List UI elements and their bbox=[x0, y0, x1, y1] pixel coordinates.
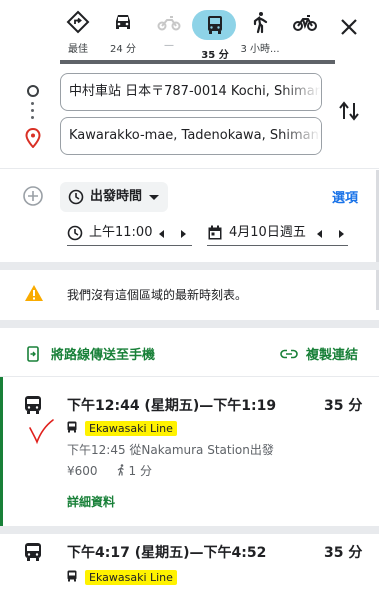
origin-dot-icon bbox=[27, 85, 39, 97]
handwritten-check-mark bbox=[29, 419, 54, 445]
mode-drive[interactable]: 24 分 bbox=[100, 10, 146, 58]
date-value: 4月10日週五 bbox=[229, 225, 306, 240]
bus-icon bbox=[208, 16, 222, 34]
date-field[interactable]: 4月10日週五 bbox=[207, 222, 348, 246]
add-stop-icon[interactable] bbox=[22, 185, 44, 207]
swap-icon[interactable] bbox=[338, 99, 360, 123]
motorcycle-icon bbox=[157, 16, 181, 31]
bicycle-icon bbox=[293, 15, 317, 31]
schedule-notice: 我們沒有這個區域的最新時刻表。 bbox=[0, 270, 379, 318]
route-line: Ekawasaki Line bbox=[67, 417, 177, 436]
time-prev-icon[interactable] bbox=[159, 230, 164, 238]
mode-scrollbar[interactable] bbox=[60, 60, 335, 64]
mode-motorcycle-label: — bbox=[164, 40, 174, 51]
travel-mode-bar: 最佳 24 分 — 35 分 3 小時... bbox=[0, 0, 379, 64]
route-fare: ¥600 bbox=[67, 464, 98, 478]
route-duration: 35 分 bbox=[324, 398, 363, 414]
route-time: 下午12:44 (星期五)—下午1:19 bbox=[67, 398, 277, 414]
mode-drive-label: 24 分 bbox=[110, 44, 136, 55]
link-icon bbox=[280, 349, 298, 359]
depart-time-dropdown[interactable]: 出發時間 bbox=[60, 182, 168, 212]
warning-icon bbox=[25, 285, 43, 301]
date-prev-icon[interactable] bbox=[317, 230, 322, 238]
route-dots-icon bbox=[31, 102, 34, 123]
send-to-phone-label: 將路線傳送至手機 bbox=[51, 348, 156, 363]
mode-motorcycle[interactable]: — bbox=[146, 10, 192, 58]
close-icon[interactable] bbox=[338, 16, 360, 38]
options-link[interactable]: 選項 bbox=[332, 187, 358, 206]
divider bbox=[0, 168, 379, 169]
route-card[interactable]: 下午4:17 (星期五)—下午4:52 35 分 Ekawasaki Line bbox=[0, 534, 379, 600]
route-fare-row: ¥600 1 分 bbox=[67, 462, 152, 479]
date-next-icon[interactable] bbox=[339, 230, 344, 238]
mode-transit-label: 35 分 bbox=[201, 50, 229, 61]
calendar-icon bbox=[208, 225, 222, 240]
time-value: 上午11:00 bbox=[89, 225, 153, 240]
copy-link-label: 複製連結 bbox=[306, 348, 359, 363]
mode-bicycle[interactable] bbox=[282, 10, 328, 58]
destination-input[interactable]: Kawarakko-mae, Tadenokawa, Shimanto, Koc bbox=[60, 117, 322, 155]
route-departure: 下午12:45 從Nakamura Station出發 bbox=[67, 443, 274, 457]
route-duration: 35 分 bbox=[324, 545, 363, 561]
copy-link-button[interactable]: 複製連結 bbox=[280, 344, 358, 363]
route-time: 下午4:17 (星期五)—下午4:52 bbox=[67, 545, 267, 561]
car-icon bbox=[116, 15, 130, 29]
details-link[interactable]: 詳細資料 bbox=[67, 493, 115, 510]
section-divider bbox=[0, 262, 379, 270]
time-field[interactable]: 上午11:00 bbox=[67, 222, 192, 246]
section-divider bbox=[0, 320, 379, 328]
line-badge: Ekawasaki Line bbox=[85, 570, 177, 585]
route-line: Ekawasaki Line bbox=[67, 566, 177, 585]
clock-icon bbox=[67, 225, 83, 241]
time-next-icon[interactable] bbox=[181, 230, 186, 238]
walk-icon bbox=[117, 464, 124, 476]
origin-input[interactable]: 中村車站 日本〒787-0014 Kochi, Shimanto bbox=[60, 73, 322, 111]
directions-icon bbox=[66, 10, 90, 34]
mode-transit[interactable]: 35 分 bbox=[192, 10, 238, 61]
send-to-phone-link[interactable]: 將路線傳送至手機 bbox=[27, 344, 155, 363]
line-badge: Ekawasaki Line bbox=[85, 421, 177, 436]
bus-icon bbox=[25, 396, 41, 414]
clock-icon bbox=[68, 189, 84, 205]
mode-best-label: 最佳 bbox=[68, 44, 88, 55]
bus-icon bbox=[25, 543, 41, 561]
destination-pin-icon bbox=[25, 128, 41, 148]
walk-icon bbox=[253, 12, 268, 34]
notice-text: 我們沒有這個區域的最新時刻表。 bbox=[67, 288, 248, 302]
mode-walk-label: 3 小時... bbox=[240, 44, 280, 55]
mode-best[interactable]: 最佳 bbox=[55, 10, 101, 58]
route-card[interactable]: 下午12:44 (星期五)—下午1:19 35 分 Ekawasaki Line… bbox=[0, 377, 379, 526]
depart-label: 出發時間 bbox=[90, 189, 143, 204]
send-to-phone-icon bbox=[27, 346, 39, 362]
bus-icon bbox=[67, 570, 77, 582]
chevron-down-icon bbox=[149, 195, 159, 200]
section-divider bbox=[0, 526, 379, 534]
bus-icon bbox=[67, 421, 77, 433]
route-walk: 1 分 bbox=[128, 464, 152, 478]
mode-walk[interactable]: 3 小時... bbox=[237, 10, 283, 58]
